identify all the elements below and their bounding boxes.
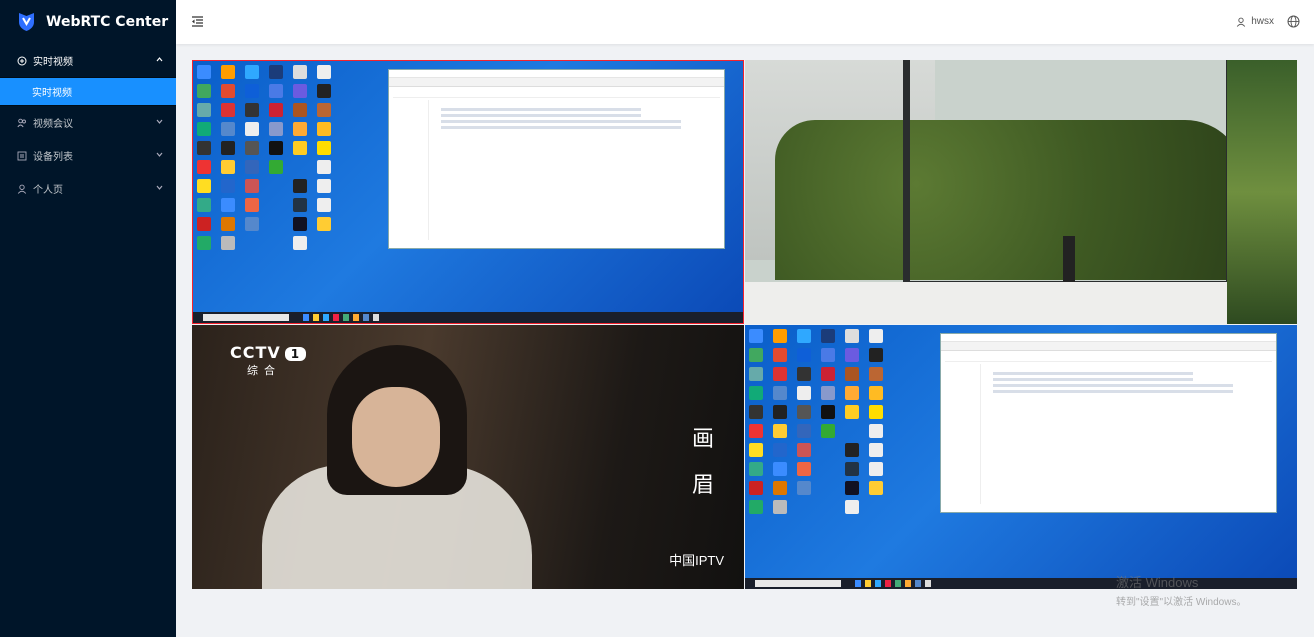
desktop-icons [749, 329, 899, 514]
submenu-live-video: 实时视频 [0, 77, 176, 106]
video-tile-desktop-1[interactable] [192, 60, 744, 324]
windows-taskbar [193, 312, 743, 323]
remote-desktop-stream [193, 61, 743, 323]
file-explorer-window [388, 69, 725, 249]
channel-logo: CCTV 1 [230, 343, 307, 362]
watermark-line-1: 激活 Windows [1116, 575, 1199, 590]
menu-video-conference[interactable]: 视频会议 [0, 106, 176, 139]
app-logo[interactable]: WebRTC Center [0, 0, 176, 44]
menu-profile[interactable]: 个人页 [0, 172, 176, 205]
camera-stream [745, 60, 1297, 324]
video-tile-desktop-2[interactable] [745, 325, 1297, 589]
app-title: WebRTC Center [46, 14, 169, 30]
menu-live-video[interactable]: 实时视频 [0, 44, 176, 77]
menu-device-list[interactable]: 设备列表 [0, 139, 176, 172]
menu-label: 实时视频 [33, 57, 73, 68]
list-icon [17, 151, 27, 161]
program-title-overlay: 画眉 [692, 427, 715, 498]
iptv-corner-label: 中国IPTV [669, 553, 724, 568]
header: hwsx [176, 0, 1314, 44]
chevron-down-icon [156, 152, 163, 157]
channel-subtitle: 综合 [247, 365, 281, 377]
sidebar: WebRTC Center 实时视频 实时视频 视频会议 设备列表 个人页 [0, 0, 176, 637]
submenu-item-live-video[interactable]: 实时视频 [0, 78, 176, 105]
video-tile-tv[interactable]: CCTV 1 综合 画眉 中国IPTV [192, 325, 744, 589]
user-menu[interactable]: hwsx [1236, 16, 1274, 27]
chevron-down-icon [156, 185, 163, 190]
windows-activation-watermark: 激活 Windows 转到"设置"以激活 Windows。 [1116, 572, 1246, 608]
file-explorer-window [940, 333, 1277, 513]
chevron-up-icon [156, 57, 163, 62]
user-icon [17, 184, 27, 194]
menu-label: 视频会议 [33, 119, 73, 130]
user-icon [1237, 17, 1246, 27]
menu-label: 设备列表 [33, 152, 73, 163]
username: hwsx [1251, 16, 1274, 27]
remote-desktop-stream [745, 325, 1297, 589]
team-icon [17, 118, 27, 128]
globe-icon[interactable] [1287, 15, 1300, 28]
chevron-down-icon [156, 119, 163, 124]
menu-fold-icon[interactable] [191, 15, 204, 28]
shield-logo-icon [19, 13, 34, 31]
tv-stream: CCTV 1 综合 画眉 中国IPTV [192, 325, 744, 589]
watermark-line-2: 转到"设置"以激活 Windows。 [1116, 597, 1247, 608]
video-tile-camera[interactable] [745, 60, 1297, 324]
video-icon [17, 56, 27, 66]
video-grid: CCTV 1 综合 画眉 中国IPTV [192, 60, 1298, 590]
menu-label: 个人页 [33, 185, 63, 196]
desktop-icons [197, 65, 347, 250]
